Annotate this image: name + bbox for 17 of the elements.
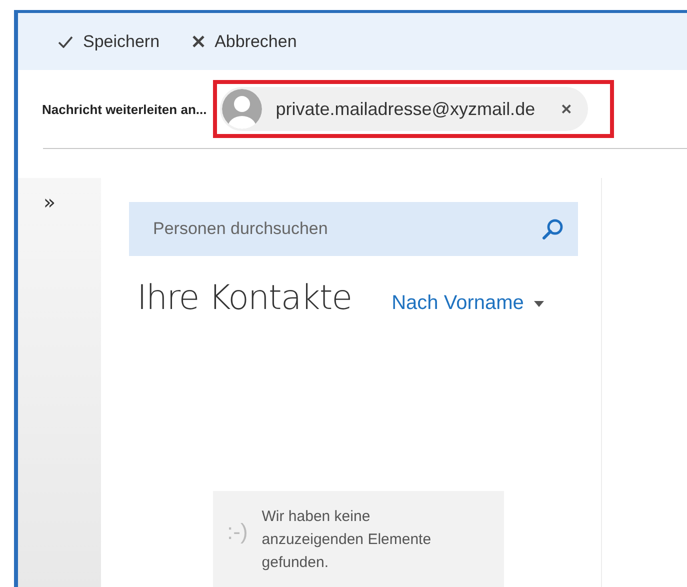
close-icon <box>192 35 205 48</box>
check-icon <box>58 36 73 48</box>
recipient-chip[interactable]: private.mailadresse@xyzmail.de × <box>220 87 588 131</box>
sort-dropdown[interactable]: Nach Vorname <box>392 292 544 315</box>
search-icon[interactable] <box>542 218 564 240</box>
emoticon: :-) <box>227 519 248 545</box>
remove-button[interactable]: × <box>555 98 578 120</box>
empty-message: Wir haben keine anzuzeigenden Elemente gefunden. <box>262 507 432 573</box>
forward-label: Nachricht weiterleiten an... <box>42 102 207 116</box>
avatar-icon <box>222 89 262 129</box>
save-button[interactable]: Speichern <box>58 32 160 52</box>
cancel-button[interactable]: Abbrechen <box>192 32 297 52</box>
search-field[interactable]: Personen durchsuchen <box>129 202 578 256</box>
expand-button[interactable]: » <box>39 190 60 214</box>
caret-icon <box>534 300 544 306</box>
contacts-title: Ihre Kontakte <box>137 278 352 318</box>
recipient-address: private.mailadresse@xyzmail.de <box>276 98 536 120</box>
